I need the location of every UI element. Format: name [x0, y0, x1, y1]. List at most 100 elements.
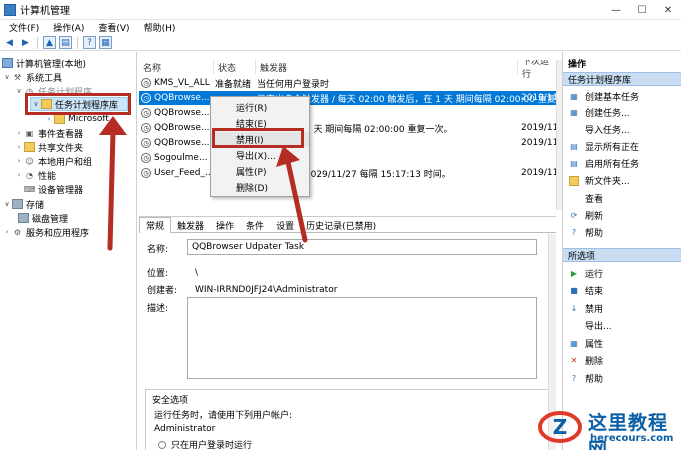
- tab-settings[interactable]: 设置: [270, 217, 300, 233]
- help-icon[interactable]: ?: [83, 36, 96, 49]
- tree-item-label: Microsoft: [68, 114, 109, 124]
- location-label: 位置:: [147, 269, 169, 279]
- radio-button[interactable]: [158, 440, 166, 449]
- tree-item-label: 服务和应用程序: [26, 228, 90, 239]
- tree-item-root[interactable]: 计算机管理(本地): [2, 56, 86, 70]
- close-button[interactable]: ✕: [655, 0, 681, 20]
- action-disable[interactable]: ↓ 禁用: [563, 301, 681, 316]
- shared-folder-icon: [24, 142, 35, 152]
- tab-conditions[interactable]: 条件: [240, 217, 270, 233]
- menu-action[interactable]: 操作(A): [46, 21, 91, 34]
- tree-item-services[interactable]: › ⚙ 服务和应用程序: [2, 225, 89, 239]
- action-enable-history[interactable]: ▤ 启用所有任务: [563, 156, 681, 171]
- column-header-next-run[interactable]: 下次运行: [518, 60, 556, 80]
- tab-triggers[interactable]: 触发器: [171, 217, 210, 233]
- tree-item-performance[interactable]: › ◔ 性能: [14, 168, 56, 182]
- action-new-folder[interactable]: 新文件夹...: [563, 173, 681, 188]
- users-icon: ☺: [25, 156, 34, 166]
- table-row[interactable]: ◷ KMS_VL_ALL 准备就绪 当任何用户登录时: [139, 76, 556, 90]
- tab-history[interactable]: 历史记录(已禁用): [300, 217, 382, 233]
- toolbar-separator: [77, 36, 78, 49]
- context-delete[interactable]: 删除(D): [211, 180, 309, 195]
- context-disable[interactable]: 禁用(I): [211, 132, 309, 147]
- actions-section-selected[interactable]: 所选项: [563, 248, 681, 262]
- action-create-basic-task[interactable]: ▦ 创建基本任务: [563, 89, 681, 104]
- table-row[interactable]: ◷ QQBrowse... 触发后，在 1 天 期间每隔 02:00:00 重复一…: [139, 121, 556, 135]
- task-name: Sogoulme...: [154, 153, 208, 163]
- context-properties[interactable]: 属性(P): [211, 164, 309, 179]
- chevron-right-icon[interactable]: ›: [14, 157, 24, 165]
- menu-help[interactable]: 帮助(H): [137, 21, 183, 34]
- tree-item-label: 计算机管理(本地): [16, 59, 87, 70]
- context-end[interactable]: 结束(E): [211, 116, 309, 131]
- column-header-name[interactable]: 名称: [139, 60, 214, 74]
- tab-general[interactable]: 常规: [139, 217, 172, 233]
- tree-item-device-manager[interactable]: ⌨ 设备管理器: [24, 182, 83, 196]
- action-help-selected[interactable]: ? 帮助: [563, 371, 681, 386]
- chevron-down-icon[interactable]: ∨: [2, 200, 12, 208]
- action-properties[interactable]: ▦ 属性: [563, 336, 681, 351]
- chevron-right-icon[interactable]: ›: [2, 228, 12, 236]
- properties-icon[interactable]: ▦: [99, 36, 112, 49]
- action-refresh[interactable]: ⟳ 刷新: [563, 208, 681, 223]
- chevron-right-icon[interactable]: ›: [44, 115, 54, 123]
- table-row[interactable]: ◷ QQBrowse...: [139, 106, 556, 120]
- chevron-right-icon[interactable]: ›: [14, 143, 24, 151]
- maximize-button[interactable]: ☐: [629, 0, 655, 20]
- action-help[interactable]: ? 帮助: [563, 225, 681, 240]
- chevron-down-icon[interactable]: ∨: [31, 100, 41, 108]
- column-header-status[interactable]: 状态: [214, 60, 256, 74]
- action-view[interactable]: 查看: [563, 191, 681, 206]
- security-option-label: 只在用户登录时运行: [171, 441, 253, 450]
- action-delete[interactable]: ✕ 删除: [563, 353, 681, 368]
- tree-item-shared-folders[interactable]: › 共享文件夹: [14, 140, 83, 154]
- table-row[interactable]: ◷ QQBrowse... 2019/11: [139, 136, 556, 150]
- action-create-task[interactable]: ▦ 创建任务...: [563, 105, 681, 120]
- context-run[interactable]: 运行(R): [211, 100, 309, 115]
- menu-file[interactable]: 文件(F): [2, 21, 46, 34]
- minimize-button[interactable]: —: [603, 0, 629, 20]
- task-status: 准备就绪: [215, 79, 252, 90]
- chevron-right-icon[interactable]: ›: [14, 129, 24, 137]
- show-hide-tree-icon[interactable]: ▤: [59, 36, 72, 49]
- tree-item-event-viewer[interactable]: › ▣ 事件查看器: [14, 126, 83, 140]
- action-run[interactable]: ▶ 运行: [563, 266, 681, 281]
- chevron-down-icon[interactable]: ∨: [2, 73, 12, 81]
- tree-item-microsoft[interactable]: › Microsoft: [44, 112, 109, 126]
- action-label: 刷新: [585, 212, 604, 222]
- actions-section-library[interactable]: 任务计划程序库: [563, 72, 681, 86]
- action-end[interactable]: ■ 结束: [563, 283, 681, 298]
- tree-item-label: 任务计划程序库: [55, 100, 119, 111]
- tab-actions[interactable]: 操作: [210, 217, 240, 233]
- column-header-trigger[interactable]: 触发器: [256, 60, 518, 74]
- view-icon: [569, 194, 579, 204]
- back-arrow-icon[interactable]: ◀: [3, 36, 16, 49]
- tree-item-label: 性能: [38, 171, 57, 182]
- chevron-right-icon[interactable]: ›: [14, 171, 24, 179]
- menu-view[interactable]: 查看(V): [91, 21, 136, 34]
- action-show-running[interactable]: ▤ 显示所有正在: [563, 139, 681, 154]
- security-option-row[interactable]: 只在用户登录时运行: [158, 438, 252, 450]
- table-row-selected[interactable]: ◷ QQBrowse... 已定义多个触发器 / 每天 02:00 触发后，在 1…: [139, 91, 556, 105]
- tree-item-task-library[interactable]: ∨ 任务计划程序库: [30, 97, 128, 111]
- action-export[interactable]: 导出...: [563, 318, 681, 333]
- tree-item-local-users[interactable]: › ☺ 本地用户和组: [14, 154, 92, 168]
- table-row[interactable]: ◷ Sogoulme...: [139, 151, 556, 165]
- computer-management-icon: [4, 3, 16, 16]
- context-export[interactable]: 导出(X)...: [211, 148, 309, 163]
- tree-item-system-tools[interactable]: ∨ ⚒ 系统工具: [2, 70, 62, 84]
- name-label: 名称:: [147, 245, 169, 255]
- name-field[interactable]: QQBrowser Udpater Task: [187, 239, 537, 255]
- task-name: QQBrowse...: [154, 108, 210, 118]
- up-folder-icon[interactable]: ▲: [43, 36, 56, 49]
- tree-item-disk-management[interactable]: 磁盘管理: [18, 211, 68, 225]
- chevron-down-icon[interactable]: ∨: [14, 87, 24, 95]
- play-icon: ▶: [570, 269, 578, 278]
- forward-arrow-icon[interactable]: ▶: [19, 36, 32, 49]
- description-field[interactable]: [187, 297, 537, 379]
- clock-icon: ◷: [141, 123, 151, 133]
- action-import-task[interactable]: 导入任务...: [563, 122, 681, 137]
- table-row[interactable]: ◷ User_Feed_... 触发后，在 2029/11/27 每隔 15:17…: [139, 166, 556, 180]
- tree-item-task-scheduler[interactable]: ∨ ◷ 任务计划程序: [14, 84, 92, 98]
- tree-item-storage[interactable]: ∨ 存储: [2, 197, 44, 211]
